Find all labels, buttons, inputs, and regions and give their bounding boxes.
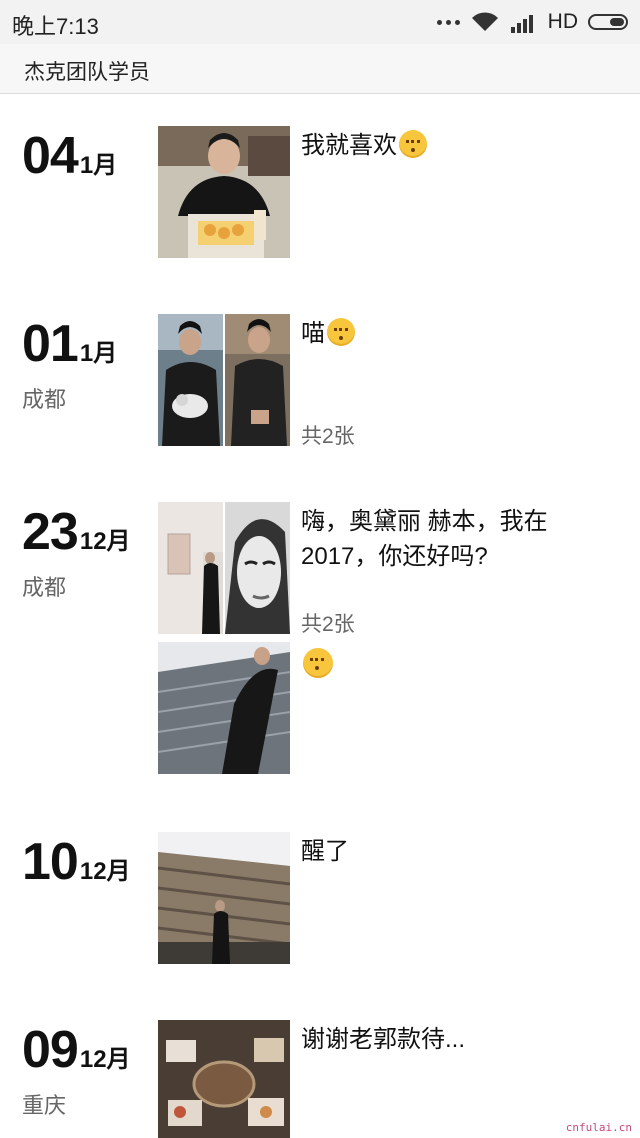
battery-icon — [588, 14, 628, 30]
entry-location: 成都 — [22, 575, 67, 600]
photo-count: 共2张 — [301, 425, 355, 448]
wifi-icon — [471, 12, 498, 31]
entry-date: 2312月 — [22, 502, 131, 562]
entry-month: 12月 — [79, 858, 131, 885]
entry-photo[interactable] — [225, 502, 290, 634]
entry-caption: 醒了 — [301, 838, 349, 865]
entry-photo[interactable] — [158, 642, 290, 774]
smile-emoji-icon — [303, 648, 333, 678]
entry-photo[interactable] — [158, 314, 223, 446]
entry-day: 01 — [22, 315, 79, 373]
cell-signal-icon — [510, 15, 533, 33]
entry-location: 成都 — [22, 387, 67, 412]
entry-photo[interactable] — [158, 126, 290, 258]
entry-month: 12月 — [79, 1046, 131, 1073]
entry-caption: 嗨，奥黛丽 赫本，我在2017，你还好吗? — [301, 508, 548, 570]
page-header: 杰克团队学员 — [0, 44, 640, 94]
status-time: 晚上7:13 — [12, 14, 99, 39]
smile-emoji-icon — [327, 318, 355, 346]
watermark: cnfulai.cn — [565, 1121, 632, 1134]
smile-emoji-icon — [399, 130, 427, 158]
entry-caption: 我就喜欢 — [301, 128, 601, 163]
entry-photo[interactable] — [225, 314, 290, 446]
entry-photo[interactable] — [158, 1020, 290, 1138]
entry-caption-text: 喵 — [301, 320, 325, 347]
network-type: HD — [547, 10, 578, 33]
entry-date: 011月 — [22, 314, 117, 374]
entry-date: 0912月 — [22, 1020, 131, 1080]
entry-caption: 谢谢老郭款待... — [301, 1026, 466, 1053]
page-title: 杰克团队学员 — [24, 61, 150, 84]
entry-month: 12月 — [79, 528, 131, 555]
entry-photo[interactable] — [158, 832, 290, 964]
entry-date: 1012月 — [22, 832, 131, 892]
entry-day: 09 — [22, 1021, 79, 1079]
status-bar: 晚上7:13 HD — [0, 0, 640, 44]
entry-photo[interactable] — [158, 502, 223, 634]
entry-day: 10 — [22, 833, 79, 891]
photo-count: 共2张 — [301, 613, 355, 636]
status-icons: HD — [436, 8, 628, 36]
entry-day: 23 — [22, 503, 79, 561]
entry-month: 1月 — [79, 152, 118, 179]
entry-date: 041月 — [22, 126, 117, 186]
entry-location: 重庆 — [22, 1093, 67, 1118]
entry-day: 04 — [22, 127, 79, 185]
entry-caption-text: 我就喜欢 — [301, 132, 397, 159]
signal-dots-icon — [436, 19, 460, 25]
entry-caption: 喵 — [301, 316, 601, 351]
entry-month: 1月 — [79, 340, 118, 367]
